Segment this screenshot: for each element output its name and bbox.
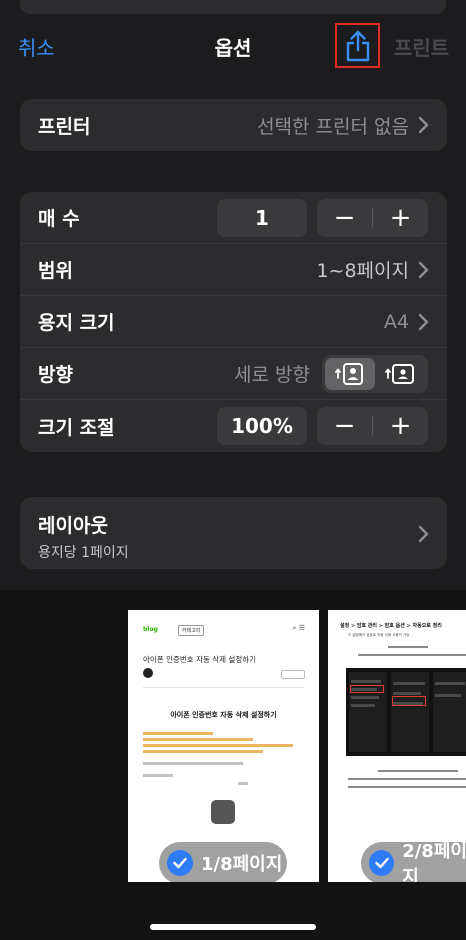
scale-row: 크기 조절 100% − + bbox=[20, 400, 447, 452]
paper-size-row[interactable]: 용지 크기 A4 bbox=[20, 296, 447, 348]
page-text-line bbox=[378, 770, 458, 772]
paper-size-label: 용지 크기 bbox=[38, 312, 115, 334]
page-2-screenshot bbox=[346, 668, 466, 756]
page-post-heading: 아이폰 인증번호 자동 삭제 설정하기 bbox=[170, 710, 277, 719]
page-text-line bbox=[388, 646, 428, 648]
previous-sheet-edge bbox=[20, 0, 446, 14]
page-2-heading: 설정 > 암호 관리 > 암호 옵션 > 자동으로 정리 bbox=[340, 623, 442, 629]
checkmark-icon bbox=[167, 850, 193, 876]
share-icon bbox=[346, 30, 369, 61]
navigation-bar: 취소 옵션 프린트 bbox=[0, 20, 466, 70]
orientation-segmented-control bbox=[322, 354, 428, 393]
screenshot-panel bbox=[391, 672, 429, 752]
chevron-right-icon bbox=[418, 261, 429, 279]
screenshot-bar bbox=[351, 696, 379, 699]
page-text-line bbox=[143, 732, 213, 735]
paper-size-value: A4 bbox=[383, 310, 409, 333]
range-row[interactable]: 범위 1~8페이지 bbox=[20, 244, 447, 296]
page-text-line bbox=[143, 774, 173, 777]
screenshot-bar bbox=[393, 682, 425, 685]
scale-field[interactable]: 100% bbox=[217, 407, 307, 445]
screenshot-panel bbox=[349, 672, 387, 752]
page-text-line bbox=[143, 738, 253, 741]
screenshot-highlight bbox=[350, 685, 384, 693]
chevron-right-icon bbox=[418, 525, 429, 543]
portrait-option[interactable] bbox=[325, 357, 375, 390]
scale-label: 크기 조절 bbox=[38, 416, 115, 439]
print-button[interactable]: 프린트 bbox=[394, 32, 449, 61]
page-text-line bbox=[348, 786, 466, 788]
page-follow-button bbox=[281, 670, 305, 679]
decrement-button[interactable]: − bbox=[317, 407, 372, 445]
printer-label: 프린터 bbox=[38, 115, 91, 138]
page-2-label: 2/8페이지 bbox=[402, 841, 466, 882]
page-nav-tag: 카테고리 bbox=[178, 625, 205, 636]
screenshot-bar bbox=[435, 694, 461, 697]
page-thumbnail-1[interactable]: blog 카테고리 ⌕ ☰ 아이폰 인증번호 자동 삭제 설정하기 아이폰 인증… bbox=[128, 610, 319, 882]
settings-group: 매 수 1 − + 범위 1~8페이지 용지 크기 A4 방향 세로 방향 크기… bbox=[20, 192, 447, 452]
layout-sub: 용지당 1페이지 bbox=[38, 545, 129, 561]
page-text-line bbox=[143, 750, 263, 753]
scale-stepper: − + bbox=[317, 407, 428, 445]
screenshot-bar bbox=[435, 682, 465, 685]
page-divider bbox=[143, 687, 304, 688]
cancel-button[interactable]: 취소 bbox=[18, 32, 55, 61]
printer-value: 선택한 프린터 없음 bbox=[257, 115, 409, 138]
layout-label: 레이아웃 bbox=[38, 515, 108, 537]
orientation-row: 방향 세로 방향 bbox=[20, 348, 447, 400]
layout-group: 레이아웃 용지당 1페이지 bbox=[20, 497, 447, 569]
range-value: 1~8페이지 bbox=[316, 260, 409, 282]
page-header-icons: ⌕ ☰ bbox=[292, 624, 305, 632]
orientation-value: 세로 방향 bbox=[234, 364, 310, 386]
landscape-orientation-icon bbox=[385, 363, 414, 384]
settings-app-icon bbox=[211, 800, 235, 824]
screenshot-bar bbox=[393, 692, 421, 695]
printer-group: 프린터 선택한 프린터 없음 bbox=[20, 99, 447, 151]
chevron-right-icon bbox=[418, 313, 429, 331]
screenshot-bar bbox=[351, 680, 381, 683]
checkmark-icon bbox=[369, 850, 395, 876]
page-2-subheading: 이 설정에서 암호로 자동 삭제 사용이 가능 bbox=[348, 633, 410, 637]
page-1-badge[interactable]: 1/8페이지 bbox=[159, 842, 287, 882]
page-post-title: 아이폰 인증번호 자동 삭제 설정하기 bbox=[143, 655, 257, 664]
screenshot-highlight bbox=[392, 696, 426, 706]
orientation-label: 방향 bbox=[38, 364, 73, 386]
copies-field[interactable]: 1 bbox=[217, 198, 307, 237]
range-label: 범위 bbox=[38, 260, 73, 282]
page-text-line bbox=[238, 782, 248, 785]
copies-row: 매 수 1 − + bbox=[20, 192, 447, 244]
portrait-orientation-icon bbox=[335, 362, 363, 385]
page-1-label: 1/8페이지 bbox=[201, 854, 283, 875]
page-text-line bbox=[143, 762, 243, 765]
decrement-button[interactable]: − bbox=[317, 199, 372, 237]
screenshot-panel bbox=[433, 672, 466, 752]
page-preview-area: blog 카테고리 ⌕ ☰ 아이폰 인증번호 자동 삭제 설정하기 아이폰 인증… bbox=[0, 590, 466, 940]
page-text-line bbox=[143, 744, 293, 747]
page-text-line bbox=[348, 778, 466, 780]
share-button[interactable] bbox=[335, 23, 380, 68]
increment-button[interactable]: + bbox=[373, 407, 428, 445]
page-thumbnail-2[interactable]: 설정 > 암호 관리 > 암호 옵션 > 자동으로 정리 이 설정에서 암호로 … bbox=[328, 610, 466, 882]
home-indicator bbox=[150, 924, 316, 930]
chevron-right-icon bbox=[418, 116, 429, 134]
landscape-option[interactable] bbox=[375, 358, 425, 390]
page-blog-logo: blog bbox=[143, 626, 158, 633]
page-author-avatar bbox=[143, 668, 153, 678]
page-2-badge[interactable]: 2/8페이지 bbox=[361, 841, 466, 882]
increment-button[interactable]: + bbox=[373, 199, 428, 237]
page-text-line bbox=[358, 654, 466, 656]
layout-row[interactable]: 레이아웃 용지당 1페이지 bbox=[20, 497, 447, 569]
copies-label: 매 수 bbox=[38, 208, 80, 230]
copies-stepper: − + bbox=[317, 198, 428, 237]
screenshot-bar bbox=[351, 704, 375, 707]
printer-row[interactable]: 프린터 선택한 프린터 없음 bbox=[20, 99, 447, 151]
